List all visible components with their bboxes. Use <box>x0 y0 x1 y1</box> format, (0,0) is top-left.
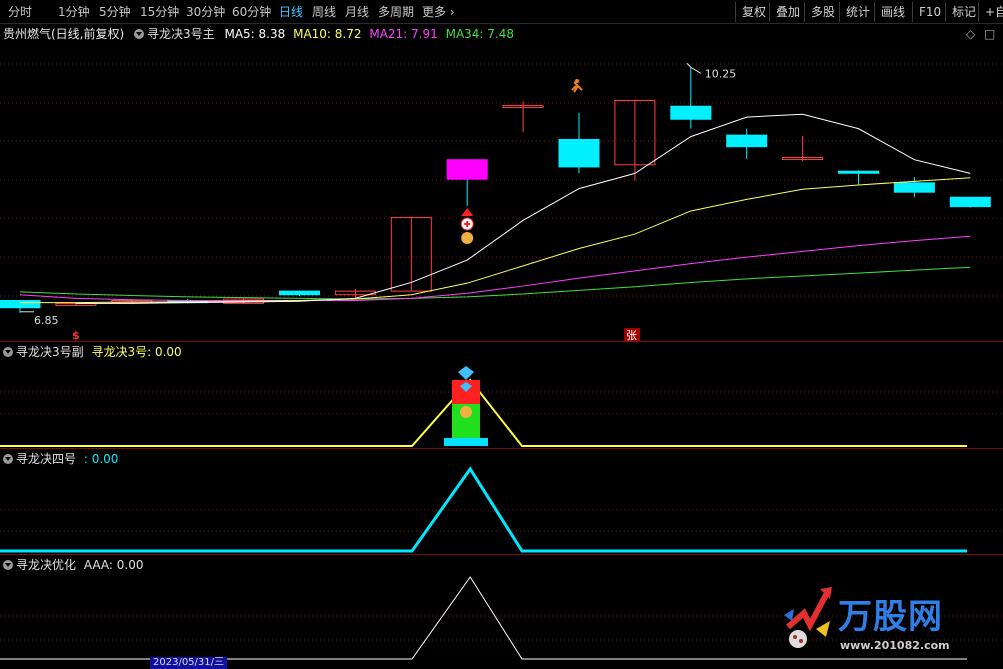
sub1-menu-icon[interactable] <box>3 347 13 357</box>
sub1-value: 寻龙决3号: 0.00 <box>91 345 182 359</box>
ma21-label: MA21: 7.91 <box>369 27 438 41</box>
tab-period-15min[interactable]: 15分钟 <box>140 4 179 20</box>
tab-period-daily[interactable]: 日线 <box>279 4 303 20</box>
candle-body <box>670 105 712 120</box>
main-panel-header: 贵州燃气(日线,前复权) 寻龙决3号主 MA5: 8.38 MA10: 8.72… <box>3 26 514 42</box>
tab-period-monthly[interactable]: 月线 <box>345 4 369 20</box>
sub2-header: 寻龙决四号 : 0.00 <box>3 451 118 467</box>
tab-period-5min[interactable]: 5分钟 <box>99 4 131 20</box>
watermark: 万股网 www.201082.com <box>780 585 980 660</box>
sub3-name[interactable]: 寻龙决优化 <box>16 558 76 572</box>
multi-stock-button[interactable]: 多股 <box>804 2 841 22</box>
watermark-brand: 万股网 <box>838 597 943 637</box>
tab-period-more[interactable]: 更多 <box>422 4 455 20</box>
sub2-line <box>0 466 967 553</box>
candle-body <box>838 170 879 174</box>
candle-body <box>949 196 991 208</box>
sub1-name[interactable]: 寻龙决3号副 <box>16 345 84 359</box>
sub1-butterfly-icon <box>458 366 474 380</box>
stock-title: 贵州燃气(日线,前复权) <box>3 27 125 41</box>
tab-period-weekly[interactable]: 周线 <box>312 4 336 20</box>
ma10-label: MA10: 8.72 <box>293 27 362 41</box>
f10-button[interactable]: F10 <box>912 2 947 22</box>
coin-icon <box>461 232 474 244</box>
runner-head-icon <box>575 79 579 83</box>
tab-period-fenshi[interactable]: 分时 <box>8 4 32 20</box>
sub1-coin-icon <box>460 406 472 418</box>
sub1-base-bar <box>444 438 488 446</box>
sub2-menu-icon[interactable] <box>3 454 13 464</box>
fuquan-button[interactable]: 复权 <box>735 2 772 22</box>
candle-body <box>893 182 935 193</box>
sub2-value: : 0.00 <box>83 452 119 466</box>
sub3-header: 寻龙决优化 AAA: 0.00 <box>3 557 144 573</box>
sub1-line <box>0 378 967 447</box>
panel-separator-2 <box>0 448 1003 449</box>
ma34-line <box>19 266 971 300</box>
sub3-value: AAA: 0.00 <box>83 558 144 572</box>
cursor-date-label: 2023/05/31/三 <box>150 657 228 669</box>
mark-button[interactable]: 标记 <box>945 2 982 22</box>
tab-period-1min[interactable]: 1分钟 <box>58 4 90 20</box>
watermark-url: www.201082.com <box>840 639 950 652</box>
indicator-menu-icon[interactable] <box>134 29 145 39</box>
ma34-label: MA34: 7.48 <box>445 27 515 41</box>
tab-period-30min[interactable]: 30分钟 <box>186 4 225 20</box>
tab-period-multi[interactable]: 多周期 <box>378 4 414 20</box>
sub3-menu-icon[interactable] <box>3 560 13 570</box>
ma5-label: MA5: 8.38 <box>224 27 286 41</box>
watermark-logo-icon <box>784 587 832 648</box>
ma5-line <box>75 113 971 304</box>
indicator-name[interactable]: 寻龙决3号主 <box>147 27 215 41</box>
ma21-line <box>19 235 971 302</box>
date-axis: 2023/05/31/三 <box>0 657 1003 669</box>
add-custom-button[interactable]: +自 <box>978 2 1003 22</box>
sub1-header: 寻龙决3号副 寻龙决3号: 0.00 <box>3 344 182 360</box>
diamond-icon[interactable]: ◇ <box>966 26 975 42</box>
candle-body <box>726 134 768 148</box>
candle-body <box>558 138 600 168</box>
high-price-label: 10.25 <box>705 67 737 80</box>
stats-button[interactable]: 统计 <box>839 2 876 22</box>
kline-chart-canvas[interactable]: 10.256.85$ 张 <box>0 0 1003 667</box>
candle-body <box>279 290 320 296</box>
tab-period-60min[interactable]: 60分钟 <box>232 4 271 20</box>
candle-body <box>0 300 41 309</box>
square-icon[interactable]: □ <box>984 26 995 42</box>
high-marker <box>686 62 702 74</box>
panel-separator-1 <box>0 341 1003 342</box>
panel-separator-3 <box>0 554 1003 555</box>
period-toolbar: 分时 1分钟 5分钟 15分钟 30分钟 60分钟 日线 周线 月线 多周期 更… <box>0 0 1003 24</box>
sub2-name[interactable]: 寻龙决四号 <box>16 452 76 466</box>
low-price-label: 6.85 <box>34 314 59 327</box>
overlay-button[interactable]: 叠加 <box>769 2 806 22</box>
runner-icon <box>571 81 583 93</box>
draw-line-button[interactable]: 画线 <box>874 2 911 22</box>
red-arrow-icon <box>461 208 474 216</box>
candle-body <box>446 159 488 180</box>
